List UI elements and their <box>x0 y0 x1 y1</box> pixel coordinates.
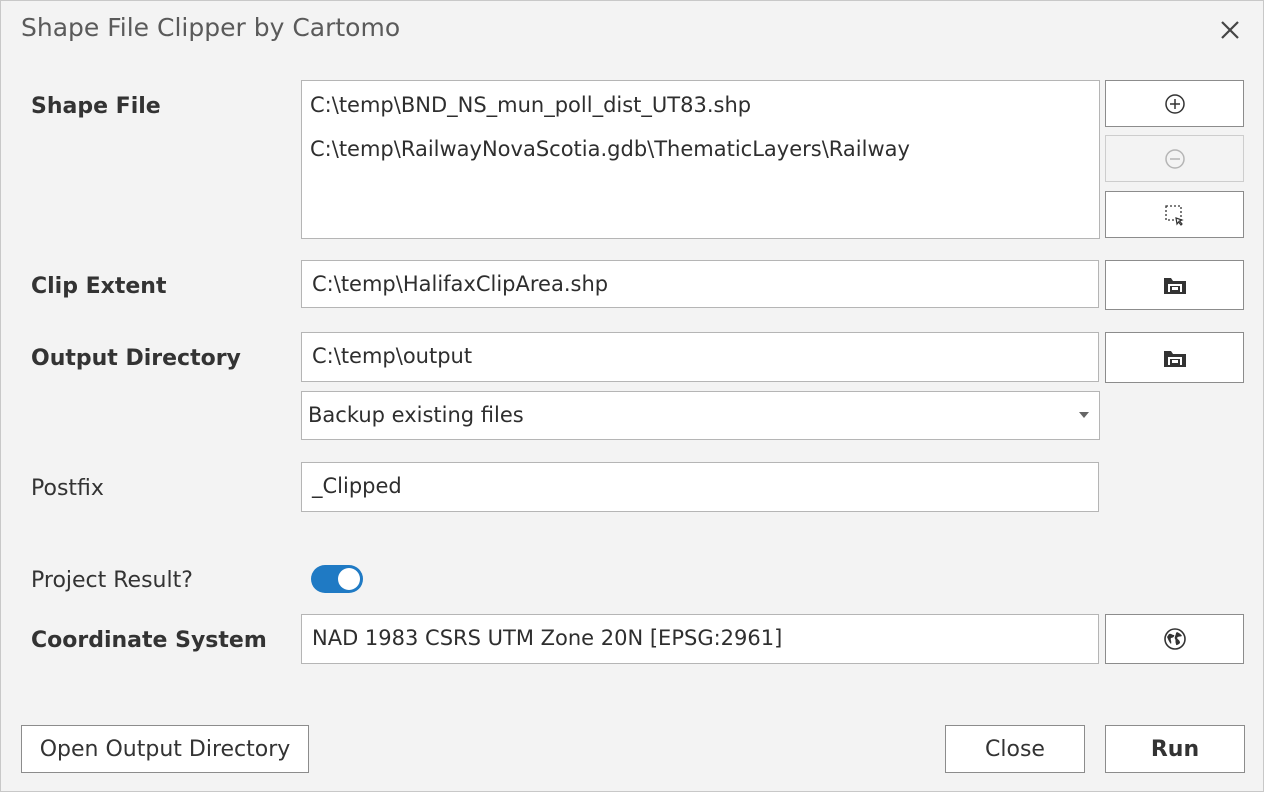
shape-file-list[interactable]: C:\temp\BND_NS_mun_poll_dist_UT83.shp C:… <box>301 80 1100 239</box>
list-item[interactable]: C:\temp\BND_NS_mun_poll_dist_UT83.shp <box>302 83 1099 127</box>
postfix-field[interactable]: _Clipped <box>301 462 1099 512</box>
close-button[interactable]: Close <box>945 725 1085 773</box>
project-result-toggle[interactable] <box>311 565 363 593</box>
output-directory-field[interactable]: C:\temp\output <box>301 332 1099 382</box>
close-icon[interactable] <box>1215 15 1245 45</box>
dialog-window: Shape File Clipper by Cartomo Shape File… <box>0 0 1264 792</box>
open-output-directory-button[interactable]: Open Output Directory <box>21 725 309 773</box>
coordinate-system-label: Coordinate System <box>31 628 267 653</box>
remove-shape-file-button[interactable] <box>1105 135 1244 182</box>
folder-browse-icon <box>1163 278 1186 294</box>
existing-files-selected: Backup existing files <box>308 403 524 427</box>
clip-extent-field[interactable]: C:\temp\HalifaxClipArea.shp <box>301 260 1099 308</box>
select-from-map-icon <box>1164 204 1184 226</box>
project-result-label: Project Result? <box>31 568 193 593</box>
window-title: Shape File Clipper by Cartomo <box>21 13 401 42</box>
list-item[interactable]: C:\temp\RailwayNovaScotia.gdb\ThematicLa… <box>302 127 1099 171</box>
browse-output-directory-button[interactable] <box>1105 332 1244 383</box>
chevron-down-icon <box>1079 412 1089 418</box>
postfix-label: Postfix <box>31 476 104 501</box>
run-button[interactable]: Run <box>1105 725 1245 773</box>
select-coordinate-system-button[interactable] <box>1105 614 1244 664</box>
output-directory-label: Output Directory <box>31 346 241 371</box>
coordinate-system-field[interactable]: NAD 1983 CSRS UTM Zone 20N [EPSG:2961] <box>301 614 1099 664</box>
add-shape-file-button[interactable] <box>1105 80 1244 127</box>
globe-icon <box>1163 628 1186 650</box>
remove-circle-icon <box>1164 148 1185 169</box>
folder-browse-icon <box>1163 350 1186 367</box>
select-from-map-button[interactable] <box>1105 191 1244 238</box>
toggle-knob <box>338 568 360 590</box>
existing-files-dropdown[interactable]: Backup existing files <box>301 391 1100 440</box>
browse-clip-extent-button[interactable] <box>1105 260 1244 310</box>
shape-file-label: Shape File <box>31 94 161 119</box>
clip-extent-label: Clip Extent <box>31 274 167 299</box>
add-circle-icon <box>1164 93 1185 114</box>
